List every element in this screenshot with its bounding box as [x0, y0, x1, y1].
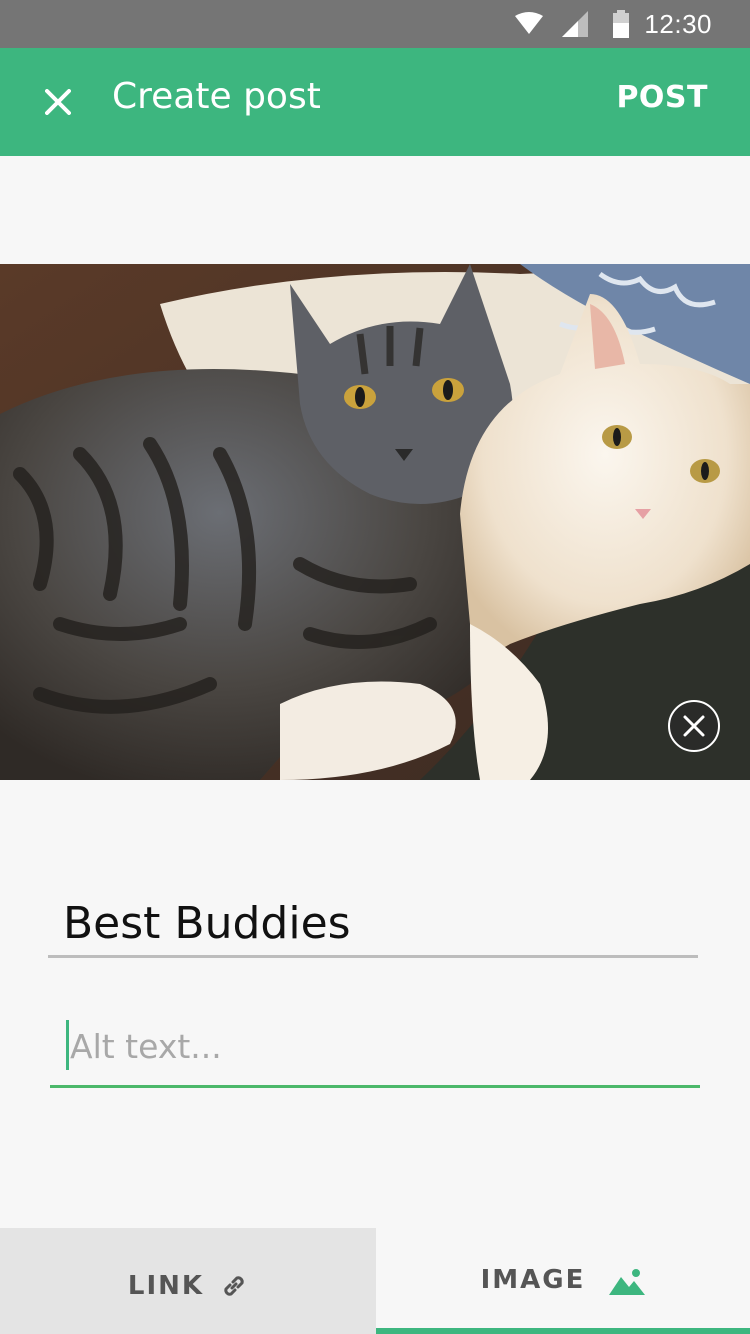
link-icon: [220, 1272, 248, 1300]
title-field[interactable]: Best Buddies: [48, 888, 698, 958]
post-button[interactable]: POST: [616, 80, 708, 115]
page-title: Create post: [112, 76, 321, 117]
close-icon: [45, 89, 71, 115]
signal-icon: [562, 11, 589, 37]
title-value: Best Buddies: [63, 898, 351, 949]
status-time: 12:30: [644, 8, 712, 39]
status-icons: 12:30: [514, 0, 712, 48]
bottom-tabs: LINK IMAGE: [0, 1228, 750, 1334]
post-image: [0, 264, 750, 780]
tab-image[interactable]: IMAGE: [376, 1228, 750, 1334]
alt-text-field[interactable]: [50, 1010, 700, 1088]
close-icon: [683, 715, 705, 737]
wifi-icon: [514, 12, 544, 36]
status-bar: 12:30: [0, 0, 750, 48]
close-button[interactable]: [34, 78, 82, 126]
tab-image-label: IMAGE: [480, 1265, 586, 1295]
tab-link-label: LINK: [127, 1271, 205, 1301]
battery-icon: [612, 10, 630, 38]
app-bar: Create post POST: [0, 48, 750, 156]
remove-image-button[interactable]: [668, 700, 720, 752]
alt-text-input[interactable]: [66, 1020, 670, 1072]
tab-link[interactable]: LINK: [0, 1228, 376, 1334]
image-icon: [609, 1267, 646, 1295]
